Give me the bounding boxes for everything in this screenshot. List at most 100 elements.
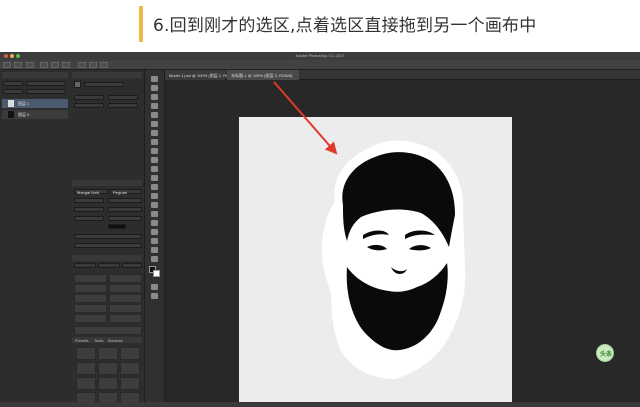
preset-tile[interactable] <box>76 347 96 360</box>
marquee-tool-icon[interactable] <box>151 85 158 91</box>
layer-filter-select[interactable] <box>3 81 23 86</box>
leading-field[interactable] <box>108 198 142 203</box>
auto-select-checkbox[interactable] <box>14 62 22 68</box>
align-left-icon[interactable] <box>40 62 48 68</box>
eraser-tool-icon[interactable] <box>151 166 158 172</box>
panel-action-button[interactable] <box>109 304 142 313</box>
text-color-swatch[interactable] <box>108 224 126 229</box>
tab-tools[interactable]: Tools <box>94 338 103 343</box>
panel-action-button[interactable] <box>109 274 142 283</box>
align-center-icon[interactable] <box>51 62 59 68</box>
blur-tool-icon[interactable] <box>151 184 158 190</box>
font-size-field[interactable] <box>74 198 104 203</box>
more-tools-icon[interactable] <box>151 256 158 262</box>
font-family-value: Mangal Bold <box>77 190 100 195</box>
screen-mode-icon[interactable] <box>151 293 158 299</box>
x-field[interactable] <box>74 103 104 108</box>
panel-action-button[interactable] <box>109 294 142 303</box>
blend-mode-select[interactable] <box>26 81 66 86</box>
style-button[interactable] <box>122 263 142 268</box>
layer-row-2[interactable]: 图层 0 <box>2 110 68 119</box>
layer-row-1[interactable]: 图层 1 <box>2 99 68 108</box>
pen-tool-icon[interactable] <box>151 202 158 208</box>
quick-mask-icon[interactable] <box>151 284 158 290</box>
distribute-icon[interactable] <box>100 62 108 68</box>
text-style-buttons[interactable] <box>74 234 142 239</box>
document-tab-active[interactable]: 未标题-1 @ 100% (图层 0, RGB/8) <box>227 70 299 80</box>
font-family-select[interactable]: Mangal Bold <box>74 189 108 195</box>
distribute-icon[interactable] <box>89 62 97 68</box>
panel-action-button[interactable] <box>74 294 107 303</box>
lasso-tool-icon[interactable] <box>151 94 158 100</box>
type-tool-icon[interactable] <box>151 211 158 217</box>
styles-panel-tabs <box>72 255 142 261</box>
style-button[interactable] <box>98 263 120 268</box>
preset-tile[interactable] <box>120 377 140 390</box>
clone-stamp-tool-icon[interactable] <box>151 148 158 154</box>
panel-action-button[interactable] <box>74 284 107 293</box>
preset-tile[interactable] <box>120 347 140 360</box>
caption-accent-bar <box>139 6 143 42</box>
font-style-select[interactable]: Regular <box>110 189 142 195</box>
panel-action-button[interactable] <box>109 314 142 323</box>
preset-tile[interactable] <box>98 377 118 390</box>
move-tool-preset-icon[interactable] <box>3 62 11 68</box>
horizontal-scale-field[interactable] <box>108 216 142 221</box>
watermark-badge: 头条 <box>596 344 614 362</box>
tutorial-screenshot: 6.回到刚才的选区,点着选区直接拖到另一个画布中 Adobe Photoshop… <box>0 0 640 407</box>
distribute-icon[interactable] <box>78 62 86 68</box>
layer-thumbnail <box>8 100 14 107</box>
gradient-tool-icon[interactable] <box>151 175 158 181</box>
opentype-buttons[interactable] <box>74 243 142 248</box>
tab-presets[interactable]: Presets <box>75 338 89 343</box>
history-brush-tool-icon[interactable] <box>151 157 158 163</box>
tab-brushes[interactable]: Brushes <box>108 338 123 343</box>
background-color-swatch[interactable] <box>153 270 160 277</box>
eyedropper-tool-icon[interactable] <box>151 121 158 127</box>
layers-panel-tabs <box>2 72 68 78</box>
status-bar <box>0 402 640 407</box>
preset-tile[interactable] <box>98 347 118 360</box>
panel-action-button[interactable] <box>74 274 107 283</box>
properties-panel-tabs <box>72 72 142 78</box>
portrait-cutout <box>321 140 466 379</box>
panel-action-button[interactable] <box>109 284 142 293</box>
properties-title <box>84 82 124 87</box>
brush-tool-icon[interactable] <box>151 139 158 145</box>
panel-action-button[interactable] <box>74 314 107 323</box>
toolbar <box>145 70 165 407</box>
crop-tool-icon[interactable] <box>151 112 158 118</box>
vertical-scale-field[interactable] <box>74 216 104 221</box>
preset-tile[interactable] <box>120 362 140 375</box>
wide-action-button[interactable] <box>74 326 142 335</box>
preset-tile[interactable] <box>76 362 96 375</box>
quick-select-tool-icon[interactable] <box>151 103 158 109</box>
window-title: Adobe Photoshop CC 2017 <box>295 53 345 58</box>
lock-controls[interactable] <box>3 89 23 94</box>
y-field[interactable] <box>108 103 138 108</box>
panel-action-button[interactable] <box>74 304 107 313</box>
dodge-tool-icon[interactable] <box>151 193 158 199</box>
tracking-field[interactable] <box>108 207 142 212</box>
healing-brush-tool-icon[interactable] <box>151 130 158 136</box>
path-selection-tool-icon[interactable] <box>151 220 158 226</box>
kerning-field[interactable] <box>74 207 104 212</box>
document-tab[interactable]: Model 1.psd @ 100% (图层 1, RGB/8) <box>165 70 237 80</box>
opacity-field[interactable] <box>26 89 66 94</box>
style-button[interactable] <box>74 263 96 268</box>
document-tab-label: 未标题-1 @ 100% (图层 0, RGB/8) <box>231 73 293 78</box>
preset-tile[interactable] <box>76 377 96 390</box>
align-right-icon[interactable] <box>62 62 70 68</box>
title-bar: Adobe Photoshop CC 2017 <box>0 52 640 60</box>
transform-controls-checkbox[interactable] <box>26 62 34 68</box>
canvas[interactable] <box>239 117 512 407</box>
preset-tile[interactable] <box>98 362 118 375</box>
height-field[interactable] <box>108 95 138 100</box>
shape-tool-icon[interactable] <box>151 229 158 235</box>
font-style-value: Regular <box>113 190 128 195</box>
hand-tool-icon[interactable] <box>151 238 158 244</box>
move-tool-icon[interactable] <box>151 76 158 82</box>
properties-thumbnail-icon <box>74 81 81 88</box>
zoom-tool-icon[interactable] <box>151 247 158 253</box>
width-field[interactable] <box>74 95 104 100</box>
